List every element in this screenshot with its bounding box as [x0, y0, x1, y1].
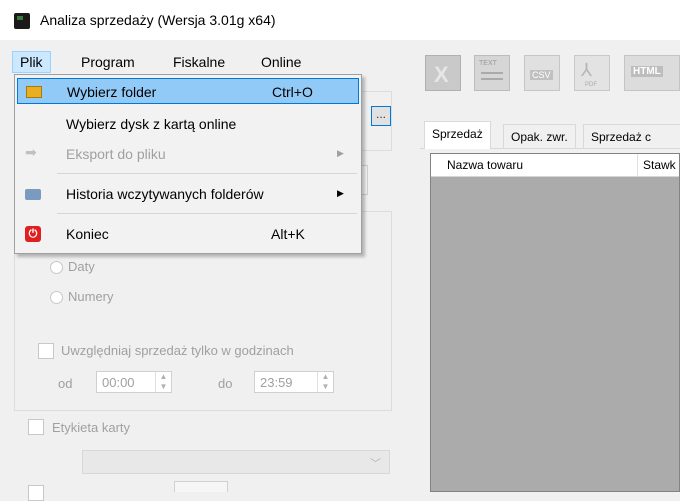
csv-icon[interactable]: CSV: [524, 55, 560, 91]
file-menu-popup: Wybierz folder Ctrl+O Wybierz dysk z kar…: [14, 74, 362, 254]
menu-item-select-online-card[interactable]: Wybierz dysk z kartą online: [17, 111, 359, 137]
folder-icon: [26, 86, 42, 98]
spinner-arrows-icon[interactable]: ▲ ▼: [317, 372, 333, 392]
history-icon: [25, 189, 41, 200]
to-time-spinner[interactable]: 23:59 ▲ ▼: [254, 371, 334, 393]
menu-bar: Plik Program Fiskalne Online: [0, 50, 420, 73]
window-title: Analiza sprzedaży (Wersja 3.01g x64): [40, 12, 276, 28]
data-grid[interactable]: Nazwa towaru Stawk: [430, 153, 680, 492]
column-header-stawka[interactable]: Stawk: [637, 154, 676, 176]
browse-button[interactable]: ...: [371, 106, 391, 126]
menu-item-export[interactable]: ➡ Eksport do pliku ▶: [17, 141, 359, 167]
card-label-checkbox-label: Etykieta karty: [52, 420, 131, 435]
excel-icon[interactable]: X: [425, 55, 461, 91]
menu-program[interactable]: Program: [74, 52, 142, 72]
to-time-value: 23:59: [260, 375, 293, 390]
menu-item-history[interactable]: Historia wczytywanych folderów ▶: [17, 181, 359, 207]
menu-plik[interactable]: Plik: [12, 51, 51, 73]
html-icon[interactable]: HTML: [624, 55, 680, 91]
tab-sprzedaz-c[interactable]: Sprzedaż c: [583, 124, 680, 148]
from-time-value: 00:00: [102, 375, 135, 390]
radio-numbers[interactable]: [50, 291, 63, 304]
menu-item-select-folder[interactable]: Wybierz folder Ctrl+O: [17, 78, 359, 104]
tab-sprzedaz[interactable]: Sprzedaż: [424, 121, 491, 149]
text-file-icon[interactable]: TEXT: [474, 55, 510, 91]
menu-item-exit[interactable]: ⏻ Koniec Alt+K: [17, 221, 359, 247]
pdf-icon[interactable]: ⅄ PDF: [574, 55, 610, 91]
submenu-arrow-icon: ▶: [337, 148, 344, 158]
tab-strip: Sprzedaż Opak. zwr. Sprzedaż c: [420, 120, 680, 149]
tab-opak-zwr[interactable]: Opak. zwr.: [503, 124, 576, 148]
grid-header: Nazwa towaru Stawk: [431, 154, 679, 177]
menu-online[interactable]: Online: [254, 52, 308, 72]
extra-checkbox[interactable]: [28, 485, 44, 501]
extra-control[interactable]: [174, 481, 228, 492]
card-label-checkbox[interactable]: [28, 419, 44, 435]
from-time-spinner[interactable]: 00:00 ▲ ▼: [96, 371, 172, 393]
arrow-right-icon: ➡: [25, 144, 37, 160]
menu-separator: [57, 213, 357, 214]
radio-dates-label: Daty: [68, 259, 95, 274]
card-label-combo[interactable]: ﹀: [82, 450, 390, 474]
radio-numbers-label: Numery: [68, 289, 114, 304]
menu-fiskalne[interactable]: Fiskalne: [166, 52, 232, 72]
chevron-down-icon: ﹀: [370, 458, 381, 470]
submenu-arrow-icon: ▶: [337, 188, 344, 198]
radio-dates[interactable]: [50, 261, 63, 274]
spinner-arrows-icon[interactable]: ▲ ▼: [155, 372, 171, 392]
hours-checkbox[interactable]: [38, 343, 54, 359]
power-icon: ⏻: [25, 226, 41, 242]
title-bar: Analiza sprzedaży (Wersja 3.01g x64): [0, 0, 680, 40]
app-icon: [14, 13, 30, 29]
hours-checkbox-label: Uwzględniaj sprzedaż tylko w godzinach: [61, 343, 294, 358]
to-label: do: [218, 376, 233, 391]
from-label: od: [58, 376, 73, 391]
menu-separator: [57, 173, 357, 174]
column-header-nazwa[interactable]: Nazwa towaru: [447, 158, 523, 172]
